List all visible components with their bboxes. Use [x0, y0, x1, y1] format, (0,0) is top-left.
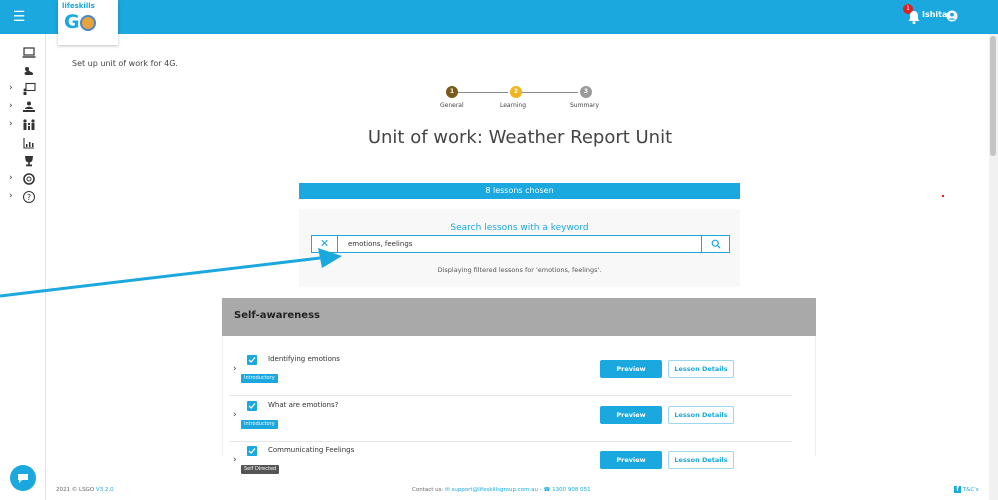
sidebar-item-help[interactable]: › ? [0, 188, 46, 208]
chat-button[interactable] [10, 465, 36, 491]
mail-icon: ✉ [445, 487, 450, 493]
expand-chevron-icon[interactable]: › [233, 364, 237, 374]
sidebar: › › › › › ? [0, 34, 46, 500]
expand-chevron-icon[interactable]: › [233, 455, 237, 465]
setup-text: Set up unit of work for 4G. [72, 59, 178, 68]
weather-icon [24, 67, 34, 75]
step-2-dot[interactable]: 2 [510, 86, 522, 98]
lesson-name: Identifying emotions [268, 355, 340, 363]
search-bar: ✕ [311, 235, 730, 253]
section-header: Self-awareness [222, 298, 816, 336]
search-panel: Search lessons with a keyword ✕ Displayi… [299, 209, 740, 287]
footer-copyright: 2021 © LSGO V3.2.0 [56, 487, 114, 493]
chevron-right-icon: › [9, 83, 13, 93]
checkmark-icon [248, 448, 256, 454]
step-2-label: Learning [500, 102, 527, 109]
lesson-badge: Self Directed [241, 465, 280, 474]
family-icon [23, 119, 35, 130]
copyright-icon: © [71, 487, 78, 493]
search-input[interactable] [348, 236, 688, 252]
chevron-right-icon: › [9, 173, 13, 183]
clear-search-icon[interactable]: ✕ [312, 236, 338, 252]
chat-icon [18, 474, 28, 483]
footer-contact: Contact us: ✉ support@lifeskillsgroup.co… [412, 487, 591, 493]
scrollbar-thumb[interactable] [990, 36, 996, 156]
chevron-right-icon: › [9, 101, 13, 111]
sidebar-item-weather[interactable] [0, 62, 46, 82]
lifebuoy-icon [23, 173, 35, 185]
lesson-details-button[interactable]: Lesson Details [668, 406, 734, 424]
user-account-icon[interactable] [946, 10, 958, 22]
user-name[interactable]: Ishita [922, 10, 947, 19]
lesson-name: Communicating Feelings [268, 446, 355, 454]
lesson-badge: Introductory [241, 374, 278, 383]
presentation-icon [23, 82, 36, 95]
lesson-details-button[interactable]: Lesson Details [668, 360, 734, 378]
trophy-icon [25, 156, 33, 167]
svg-text:?: ? [27, 193, 31, 202]
step-3-label: Summary [570, 102, 599, 109]
sidebar-item-dashboard[interactable] [0, 44, 46, 64]
phone-icon: ☎ [543, 487, 551, 493]
footer-phone[interactable]: 1300 908 051 [552, 487, 591, 493]
menu-icon[interactable]: ☰ [10, 8, 28, 26]
chart-icon [23, 138, 34, 149]
filter-message: Displaying filtered lessons for 'emotion… [437, 266, 602, 274]
lesson-checkbox[interactable] [247, 355, 257, 365]
preview-button[interactable]: Preview [600, 406, 662, 424]
globe-icon [79, 14, 96, 31]
teacher-icon [23, 101, 35, 112]
app-logo[interactable]: lifeskills G [58, 0, 118, 45]
help-icon: ? [23, 191, 35, 203]
progress-stepper: 1 2 3 General Learning Summary [436, 86, 599, 116]
logo-small-text: lifeskills [62, 2, 95, 10]
lesson-badge: Introductory [241, 420, 278, 429]
search-title: Search lessons with a keyword [450, 223, 589, 233]
logo-main-text: G [64, 11, 96, 33]
sidebar-item-teachers[interactable]: › [0, 98, 46, 118]
footer-tcs[interactable]: f T&C's [954, 486, 979, 493]
expand-chevron-icon[interactable]: › [233, 410, 237, 420]
lesson-name: What are emotions? [268, 401, 339, 409]
sidebar-item-awards[interactable] [0, 152, 46, 172]
page-title: Unit of work: Weather Report Unit [367, 127, 673, 148]
preview-button[interactable]: Preview [600, 360, 662, 378]
checkmark-icon [248, 403, 256, 409]
facebook-icon[interactable]: f [954, 486, 961, 493]
sidebar-item-lessons[interactable]: › [0, 80, 46, 100]
chevron-right-icon: › [9, 191, 13, 201]
chevron-right-icon: › [9, 119, 13, 129]
sidebar-item-reports[interactable] [0, 134, 46, 154]
step-3-dot[interactable]: 3 [580, 86, 592, 98]
step-connector [522, 92, 578, 93]
step-connector [454, 92, 508, 93]
footer: 2021 © LSGO V3.2.0 Contact us: ✉ support… [46, 484, 989, 500]
search-icon [711, 239, 721, 249]
sidebar-item-families[interactable]: › [0, 116, 46, 136]
bell-icon[interactable] [906, 9, 922, 25]
laptop-icon [22, 47, 36, 58]
section-title: Self-awareness [234, 310, 320, 321]
preview-button[interactable]: Preview [600, 451, 662, 469]
checkmark-icon [248, 357, 256, 363]
search-button[interactable] [701, 236, 729, 252]
step-1-label: General [440, 102, 464, 109]
step-1-dot[interactable]: 1 [446, 86, 458, 98]
lesson-checkbox[interactable] [247, 446, 257, 456]
lesson-row: › Identifying emotions Introductory Prev… [230, 352, 792, 396]
lesson-details-button[interactable]: Lesson Details [668, 451, 734, 469]
footer-email[interactable]: support@lifeskillsgroup.com.au [451, 487, 538, 493]
top-bar: ☰ 1 Ishita [0, 0, 998, 34]
cursor-dot [942, 195, 944, 197]
sidebar-item-support[interactable]: › [0, 170, 46, 190]
lesson-row: › Communicating Feelings Self Directed P… [230, 443, 792, 487]
lesson-row: › What are emotions? Introductory Previe… [230, 398, 792, 442]
lessons-chosen-bar: 8 lessons chosen [299, 183, 740, 199]
lesson-checkbox[interactable] [247, 401, 257, 411]
